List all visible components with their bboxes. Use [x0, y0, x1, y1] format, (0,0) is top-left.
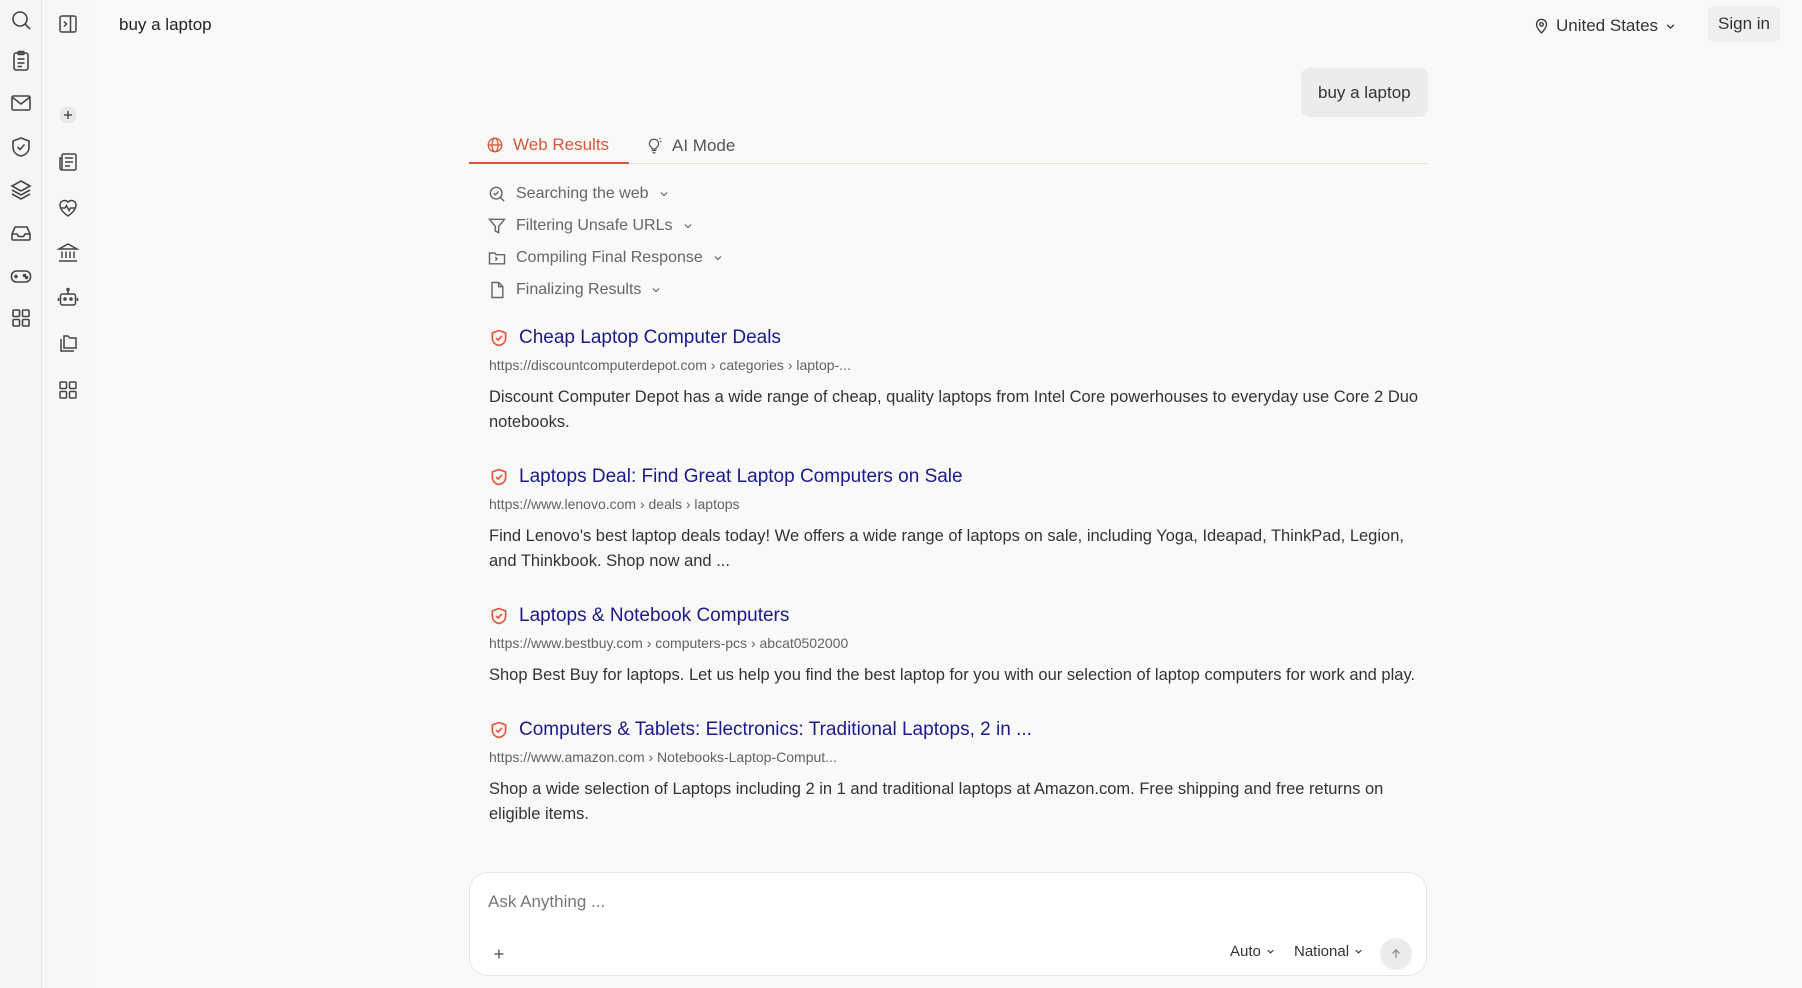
location-selector[interactable]: United States [1533, 13, 1677, 39]
file-icon [487, 280, 507, 300]
ask-input[interactable] [488, 887, 1388, 917]
lightbulb-icon [645, 137, 663, 155]
query-bubble: buy a laptop [1301, 68, 1428, 117]
region-selector[interactable]: National [1294, 943, 1364, 960]
shield-check-icon [489, 467, 509, 487]
result-snippet: Find Lenovo's best laptop deals today! W… [489, 527, 1404, 570]
folders-icon[interactable] [56, 331, 80, 355]
shield-check-icon [489, 606, 509, 626]
chevron-down-icon [682, 220, 694, 232]
chevron-down-icon [658, 188, 670, 200]
bank-icon[interactable] [56, 241, 80, 265]
result-title-link[interactable]: Laptops Deal: Find Great Laptop Computer… [489, 460, 1419, 494]
result-title: Computers & Tablets: Electronics: Tradit… [519, 719, 1032, 740]
step-label: Finalizing Results [516, 281, 642, 298]
result-title: Cheap Laptop Computer Deals [519, 327, 781, 348]
result-title-link[interactable]: Cheap Laptop Computer Deals [489, 321, 1419, 355]
chevron-down-icon [712, 252, 724, 264]
icon-rail [0, 0, 42, 988]
step-searching[interactable]: Searching the web [487, 178, 724, 210]
chevron-down-icon [1664, 20, 1677, 33]
map-pin-icon [1533, 18, 1550, 35]
shield-check-icon [489, 720, 509, 740]
plus-circle-icon[interactable] [56, 103, 80, 127]
tab-web-results[interactable]: Web Results [469, 127, 629, 164]
mode-label: Auto [1230, 943, 1261, 960]
page-title: buy a laptop [119, 15, 212, 34]
tab-ai-mode[interactable]: AI Mode [645, 127, 735, 164]
tab-ai-mode-label: AI Mode [672, 135, 736, 155]
clipboard-icon[interactable] [9, 49, 33, 73]
folder-icon [487, 248, 507, 268]
progress-steps: Searching the web Filtering Unsafe URLs … [487, 178, 724, 306]
step-label: Searching the web [516, 185, 649, 202]
plus-icon[interactable] [490, 945, 508, 963]
arrow-up-icon [1389, 947, 1403, 961]
result-url: https://www.lenovo.com › deals › laptops [489, 496, 740, 512]
heart-pulse-icon[interactable] [56, 196, 80, 220]
filter-icon [487, 216, 507, 236]
mail-icon[interactable] [9, 91, 33, 115]
search-icon[interactable] [9, 8, 33, 32]
location-label: United States [1556, 16, 1659, 35]
search-check-icon [487, 184, 507, 204]
result-snippet: Shop a wide selection of Laptops includi… [489, 780, 1384, 823]
chevron-down-icon [650, 284, 662, 296]
mode-selector[interactable]: Auto [1230, 943, 1276, 960]
step-label: Compiling Final Response [516, 249, 703, 266]
chevron-down-icon [1353, 946, 1364, 957]
sidebar-toggle-icon[interactable] [56, 12, 80, 36]
inbox-icon[interactable] [9, 221, 33, 245]
globe-icon [486, 136, 504, 154]
robot-icon[interactable] [56, 286, 80, 310]
region-label: National [1294, 943, 1350, 960]
layers-icon[interactable] [9, 178, 33, 202]
result-item: Cheap Laptop Computer Deals https://disc… [489, 321, 1419, 435]
gamepad-icon[interactable] [9, 264, 33, 288]
tab-web-results-label: Web Results [513, 134, 610, 154]
sign-in-button[interactable]: Sign in [1708, 6, 1780, 42]
step-compiling[interactable]: Compiling Final Response [487, 242, 724, 274]
result-title: Laptops Deal: Find Great Laptop Computer… [519, 466, 963, 487]
sidebar [42, 0, 94, 988]
ask-box: Auto National [469, 872, 1427, 976]
shield-check-icon[interactable] [9, 135, 33, 159]
result-tabs: Web Results AI Mode [469, 127, 1427, 164]
result-title-link[interactable]: Laptops & Notebook Computers [489, 599, 1419, 633]
step-label: Filtering Unsafe URLs [516, 217, 673, 234]
result-url: https://www.bestbuy.com › computers-pcs … [489, 635, 849, 651]
grid-icon[interactable] [9, 306, 33, 330]
send-button[interactable] [1380, 938, 1412, 970]
step-filtering[interactable]: Filtering Unsafe URLs [487, 210, 724, 242]
result-snippet: Shop Best Buy for laptops. Let us help y… [489, 666, 1416, 684]
apps-icon[interactable] [56, 378, 80, 402]
search-results: Cheap Laptop Computer Deals https://disc… [489, 321, 1419, 861]
result-item: Laptops & Notebook Computers https://www… [489, 599, 1419, 688]
step-finalizing[interactable]: Finalizing Results [487, 274, 724, 306]
result-title-link[interactable]: Computers & Tablets: Electronics: Tradit… [489, 713, 1419, 747]
result-url: https://www.amazon.com › Notebooks-Lapto… [489, 749, 837, 765]
chevron-down-icon [1265, 946, 1276, 957]
result-item: Laptops Deal: Find Great Laptop Computer… [489, 460, 1419, 574]
result-url: https://discountcomputerdepot.com › cate… [489, 357, 851, 373]
result-title: Laptops & Notebook Computers [519, 605, 790, 626]
result-item: Computers & Tablets: Electronics: Tradit… [489, 713, 1419, 827]
shield-check-icon [489, 328, 509, 348]
result-snippet: Discount Computer Depot has a wide range… [489, 388, 1419, 431]
newspaper-icon[interactable] [56, 150, 80, 174]
